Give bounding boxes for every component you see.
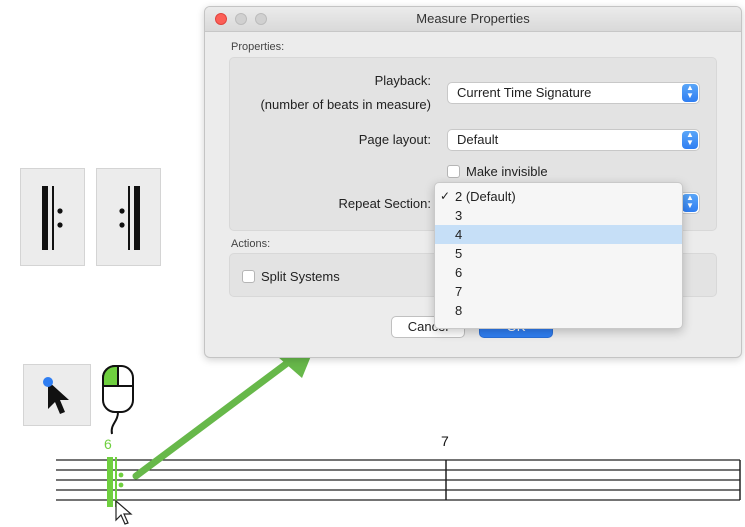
- make-invisible-label: Make invisible: [466, 164, 548, 179]
- menu-item-5[interactable]: 5: [435, 244, 682, 263]
- split-systems-label: Split Systems: [261, 269, 340, 284]
- playback-select[interactable]: Current Time Signature ▲ ▼: [447, 82, 700, 104]
- page-layout-label: Page layout:: [358, 132, 431, 147]
- checkmark-icon: ✓: [440, 189, 451, 203]
- playback-sublabel: (number of beats in measure): [260, 97, 431, 112]
- properties-section-label: Properties:: [231, 41, 285, 53]
- chevron-updown-icon: ▲ ▼: [682, 131, 698, 149]
- menu-item-6[interactable]: 6: [435, 263, 682, 282]
- dialog-title: Measure Properties: [416, 11, 530, 26]
- menu-item-4[interactable]: 4: [435, 225, 682, 244]
- title-bar: Measure Properties: [205, 7, 741, 32]
- menu-item-2-default[interactable]: ✓ 2 (Default): [435, 187, 682, 206]
- split-systems-checkbox[interactable]: [242, 270, 255, 283]
- repeat-section-label: Repeat Section:: [338, 196, 431, 211]
- make-invisible-checkbox[interactable]: [447, 165, 460, 178]
- page-layout-select[interactable]: Default ▲ ▼: [447, 129, 700, 151]
- playback-select-value: Current Time Signature: [457, 85, 592, 100]
- page-layout-select-value: Default: [457, 132, 499, 147]
- chevron-updown-icon: ▲ ▼: [682, 194, 698, 212]
- actions-section-label: Actions:: [231, 238, 271, 250]
- menu-item-8[interactable]: 8: [435, 301, 682, 320]
- menu-item-7[interactable]: 7: [435, 282, 682, 301]
- repeat-section-menu: ✓ 2 (Default) 3 4 5 6 7 8: [434, 182, 683, 329]
- playback-label: Playback:: [374, 73, 431, 88]
- chevron-updown-icon: ▲ ▼: [682, 84, 698, 102]
- menu-item-3[interactable]: 3: [435, 206, 682, 225]
